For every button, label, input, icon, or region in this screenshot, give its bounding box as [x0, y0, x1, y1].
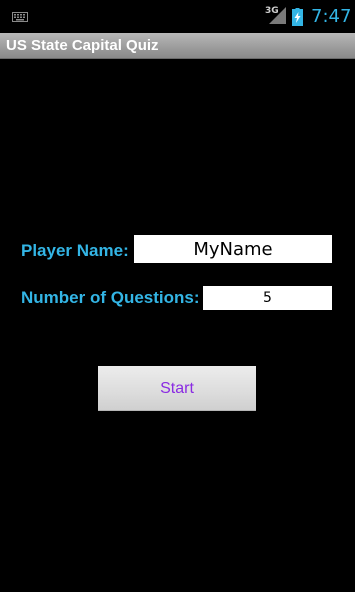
status-clock: 7:47 [311, 6, 352, 27]
number-of-questions-input[interactable] [203, 286, 332, 310]
app-title: US State Capital Quiz [6, 37, 159, 54]
app-title-bar: US State Capital Quiz [0, 33, 355, 59]
network-type-label: 3G [265, 6, 279, 16]
player-name-input[interactable] [134, 235, 332, 263]
status-bar: 3G 7:47 [0, 0, 355, 33]
battery-charging-icon [292, 8, 303, 26]
keyboard-icon [12, 12, 28, 22]
number-of-questions-label: Number of Questions: [21, 288, 200, 307]
player-name-label: Player Name: [21, 241, 129, 260]
start-button[interactable]: Start [98, 366, 256, 411]
